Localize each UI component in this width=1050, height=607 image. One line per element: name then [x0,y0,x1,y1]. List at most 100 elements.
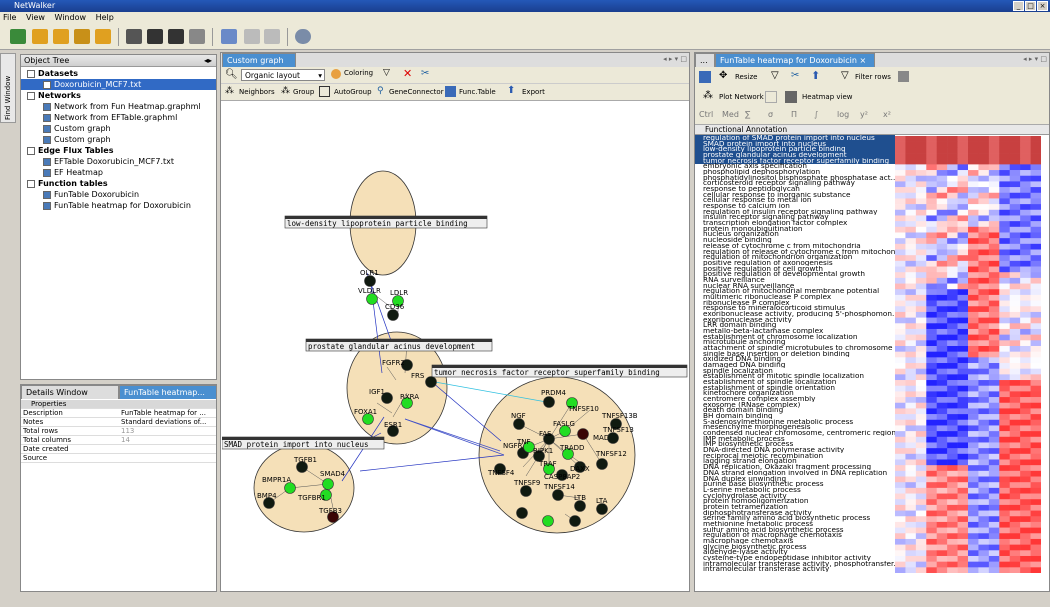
heatmap-cell[interactable] [936,306,948,313]
heatmap-cell[interactable] [957,221,969,228]
heatmap-cell[interactable] [895,487,906,494]
heatmap-cell[interactable] [936,357,948,364]
menu-file[interactable]: File [3,13,16,22]
heatmap-cell[interactable] [947,380,958,387]
heatmap-cell[interactable] [926,221,938,228]
heatmap-cell[interactable] [988,363,1000,369]
heatmap-cell[interactable] [905,527,917,534]
heatmap-cell[interactable] [988,164,1000,171]
heatmap-cell[interactable] [895,345,906,352]
heatmap-cell[interactable] [999,334,1011,341]
heatmap-cell[interactable] [936,465,948,472]
heatmap-cell[interactable] [978,187,990,194]
heatmap-cell[interactable] [895,266,906,273]
heatmap-cell[interactable] [947,340,958,347]
heatmap-cell[interactable] [895,255,906,262]
heatmap-cell[interactable] [968,516,979,523]
table-icon[interactable] [221,29,237,44]
heatmap-cell[interactable] [978,533,990,540]
heatmap-cell[interactable] [936,499,948,506]
heatmap-cell[interactable] [895,431,906,438]
heatmap-cell[interactable] [1009,431,1021,438]
heatmap-cell[interactable] [915,351,927,358]
lock-icon[interactable] [53,29,69,44]
heatmap-cell[interactable] [947,306,958,313]
heatmap-cell[interactable] [1009,402,1021,409]
heatmap-cell[interactable] [936,300,948,307]
delete-icon[interactable]: ✕ [403,67,412,80]
heatmap-cell[interactable] [988,493,1000,500]
heatmap-cell[interactable] [1030,215,1041,222]
heatmap-cell[interactable] [999,550,1011,557]
filter-rows-button[interactable]: Filter rows [855,73,891,81]
heatmap-cell[interactable] [957,226,969,233]
heatmap-cell[interactable] [936,368,948,375]
heatmap-cell[interactable] [957,527,969,534]
heatmap-cell[interactable] [947,414,958,421]
heatmap-cell[interactable] [999,414,1011,421]
heatmap-cell[interactable] [915,550,927,557]
heatmap-cell[interactable] [968,448,979,455]
heatmap-cell[interactable] [895,357,906,364]
heatmap-cell[interactable] [1020,277,1031,284]
heatmap-cell[interactable] [999,436,1011,443]
heatmap-cell[interactable] [915,136,927,142]
heatmap-cell[interactable] [936,226,948,233]
heatmap-cell[interactable] [1030,289,1041,296]
heatmap-cell[interactable] [1009,294,1021,301]
heatmap-cell[interactable] [905,198,917,205]
heatmap-cell[interactable] [1020,345,1031,352]
heatmap-cell[interactable] [968,317,979,324]
heatmap-cell[interactable] [978,431,990,438]
heatmap-cell[interactable] [936,272,948,279]
heatmap-cell[interactable] [926,516,938,523]
heatmap-cell[interactable] [988,340,1000,347]
heatmap-cell[interactable] [1030,164,1041,171]
heatmap-cell[interactable] [978,317,990,324]
functional-annotation-header[interactable]: Functional Annotation [705,125,787,134]
property-row[interactable]: Total rows 113 [21,427,216,436]
zoom-icon[interactable]: 🔍︎ [225,69,238,80]
heatmap-cell[interactable] [905,538,917,545]
heatmap-cell[interactable] [968,425,979,432]
heatmap-cell[interactable] [999,147,1011,154]
heatmap-cell[interactable] [1009,187,1021,194]
heatmap-cell[interactable] [978,232,990,239]
heatmap-cell[interactable] [1009,255,1021,262]
heatmap-cell[interactable] [978,516,990,523]
coloring-button[interactable]: Coloring [344,69,373,77]
heatmap-cell[interactable] [936,476,948,483]
heatmap-cell[interactable] [978,345,990,352]
heatmap-cell[interactable] [1030,516,1041,523]
heatmap-cell[interactable] [957,561,969,568]
gene-node-tnfsf14[interactable] [552,489,564,501]
heatmap-cell[interactable] [905,391,917,398]
heatmap-cell[interactable] [905,153,917,160]
heatmap-cell[interactable] [926,374,938,381]
heatmap-cell[interactable] [1009,141,1021,148]
heatmap-cell[interactable] [1009,323,1021,330]
heatmap-cell[interactable] [895,504,906,511]
heatmap-cell[interactable] [968,323,979,330]
heatmap-cell[interactable] [905,385,917,392]
heatmap-cell[interactable] [926,311,938,318]
heatmap-cell[interactable] [1009,260,1021,267]
group-label-tnf[interactable]: tumor necrosis factor receptor superfami… [431,364,688,378]
group-label-smad[interactable]: SMAD protein import into nucleus [222,436,385,450]
heatmap-cell[interactable] [1030,170,1041,177]
heatmap-cell[interactable] [957,567,969,573]
heatmap-cell[interactable] [988,306,1000,313]
menu-view[interactable]: View [26,13,45,22]
heatmap-cell[interactable] [1020,555,1031,562]
heatmap-cell[interactable] [905,448,917,455]
heatmap-cell[interactable] [936,516,948,523]
heatmap-cell[interactable] [957,345,969,352]
heatmap-cell[interactable] [1009,181,1021,188]
heatmap-cell[interactable] [1020,487,1031,494]
network-canvas[interactable]: low-density lipoprotein particle binding… [222,103,688,593]
heatmap-cell[interactable] [936,431,948,438]
heatmap-cell[interactable] [1030,465,1041,472]
heatmap-cell[interactable] [926,164,938,171]
tree-item[interactable]: EFTable Doxorubicin_MCF7.txt [21,156,216,167]
heatmap-cell[interactable] [926,368,938,375]
